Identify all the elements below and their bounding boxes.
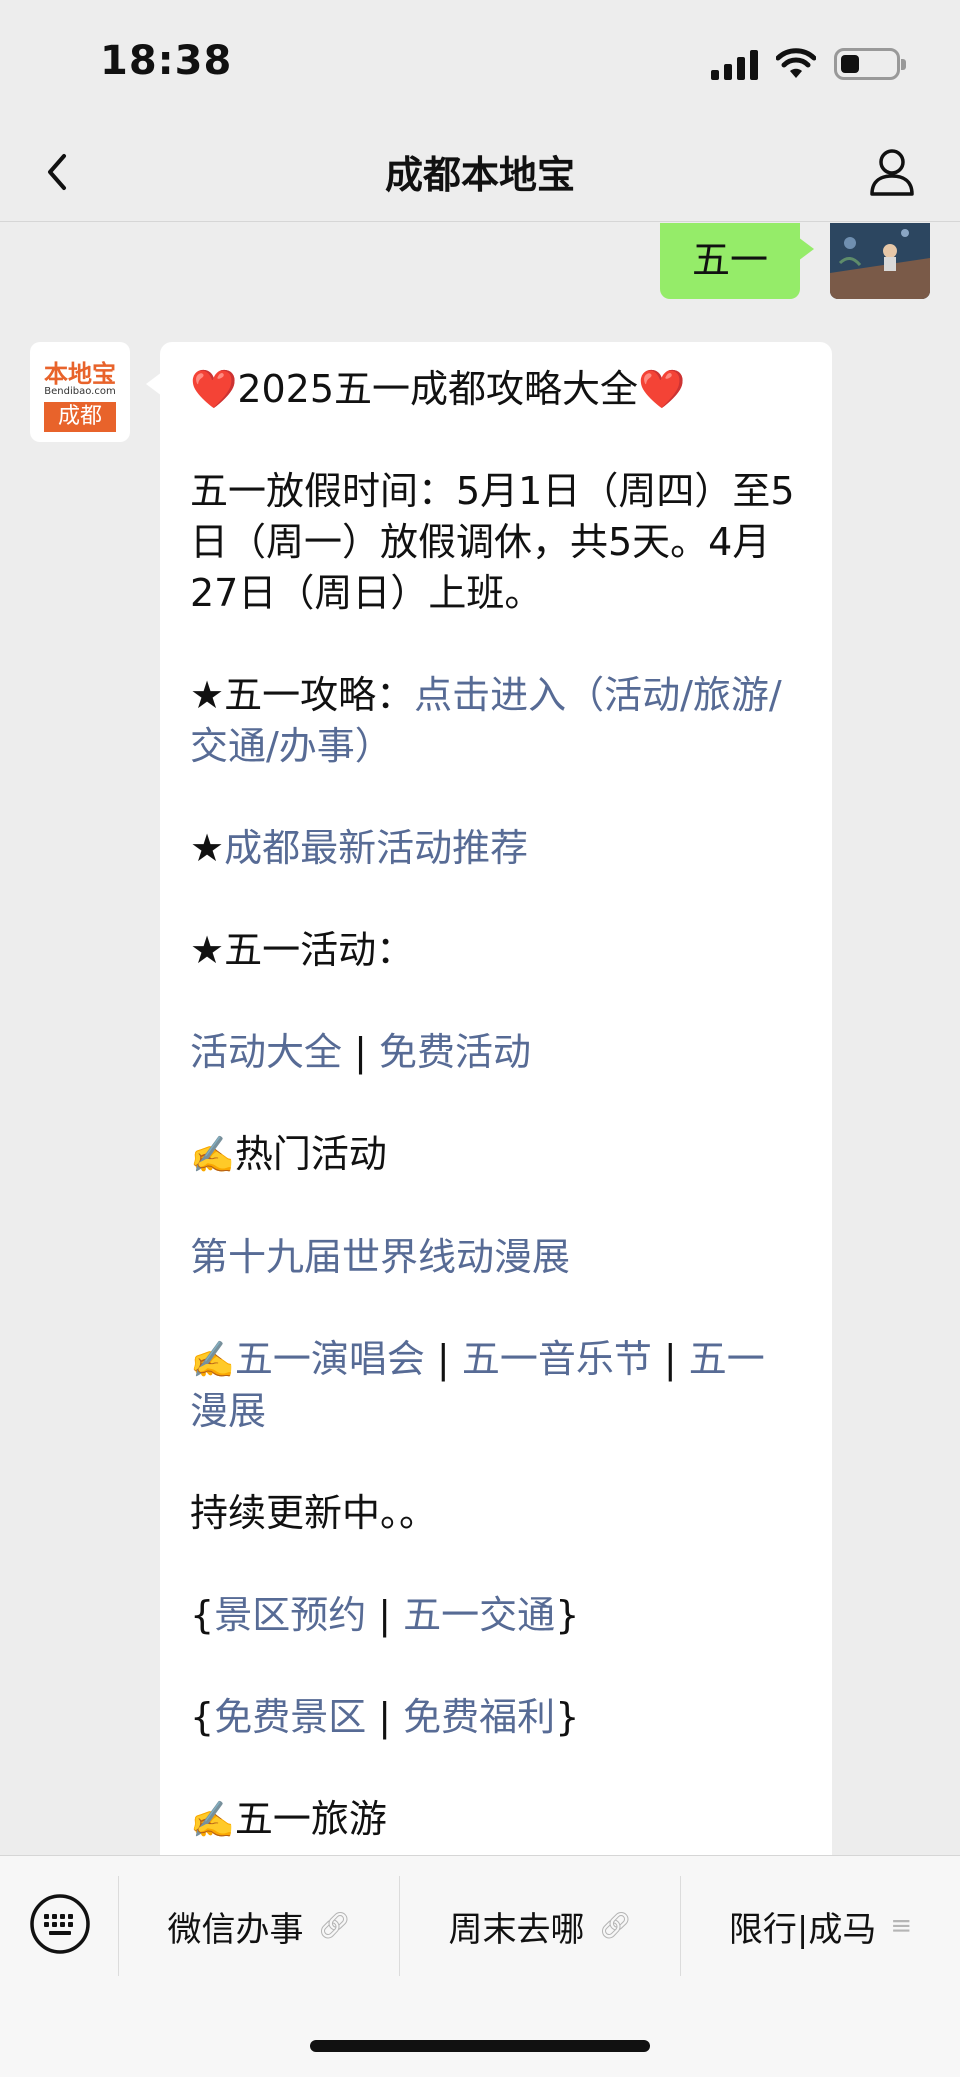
profile-icon[interactable] xyxy=(864,144,920,200)
brace-close: } xyxy=(555,1695,580,1739)
message-title: 2025五一成都攻略大全 xyxy=(237,367,639,411)
menu-icon: ≡ xyxy=(890,1911,913,1941)
menu-item-wechat-services[interactable]: 微信办事 🔗︎ xyxy=(118,1876,399,1976)
separator: | xyxy=(342,1030,379,1074)
status-icons xyxy=(711,44,906,84)
free-links: {免费景区 | 免费福利} xyxy=(190,1692,802,1743)
menu-item-label: 微信办事 xyxy=(167,1909,304,1950)
menu-item-label: 限行|成马 xyxy=(728,1909,877,1950)
free-benefits-link[interactable]: 免费福利 xyxy=(403,1695,555,1739)
menu-item-label: 周末去哪 xyxy=(448,1909,585,1950)
anime-expo-link[interactable]: 第十九届世界线动漫展 xyxy=(190,1235,570,1279)
travel-heading: ✍️五一旅游 xyxy=(190,1794,802,1846)
keyboard-icon[interactable] xyxy=(28,1892,92,1956)
separator: | xyxy=(366,1593,404,1637)
latest-line: ★成都最新活动推荐 xyxy=(190,823,802,874)
separator: | xyxy=(366,1695,404,1739)
brace-open: { xyxy=(190,1593,215,1637)
avatar-logo-top: 本地宝 xyxy=(44,360,116,388)
user-message-bubble[interactable]: 五一 xyxy=(660,223,814,299)
chat-area: 五一 本地宝 Bendibao.com 成都 ❤️2025五一成都攻略大全❤️ … xyxy=(0,223,960,1855)
scenic-links: {景区预约 | 五一交通} xyxy=(190,1590,802,1641)
nav-bar: 成都本地宝 xyxy=(0,122,960,222)
free-activities-link[interactable]: 免费活动 xyxy=(379,1030,531,1074)
heart-icon: ❤️ xyxy=(638,367,686,411)
traffic-link[interactable]: 五一交通 xyxy=(403,1593,555,1637)
concert-links: ✍️五一演唱会 | 五一音乐节 | 五一漫展 xyxy=(190,1334,802,1437)
user-avatar[interactable] xyxy=(830,223,930,299)
hot-heading-text: 热门活动 xyxy=(234,1132,387,1176)
brace-open: { xyxy=(190,1695,215,1739)
activity-heading: ★五一活动： xyxy=(190,928,415,972)
link-icon: 🔗︎ xyxy=(598,1911,632,1941)
guide-prefix: ★五一攻略： xyxy=(190,673,415,717)
music-festival-link[interactable]: 五一音乐节 xyxy=(462,1337,652,1381)
scenic-reservation-link[interactable]: 景区预约 xyxy=(214,1593,366,1637)
user-message-text: 五一 xyxy=(691,237,768,282)
chat-title: 成都本地宝 xyxy=(384,153,575,197)
avatar-logo-bottom: 成都 xyxy=(44,402,116,432)
status-time: 18:38 xyxy=(100,38,233,84)
brace-close: } xyxy=(555,1593,580,1637)
separator: | xyxy=(424,1337,462,1381)
message-title-line: ❤️2025五一成都攻略大全❤️ xyxy=(190,364,802,415)
link-icon: 🔗︎ xyxy=(317,1911,351,1941)
holiday-info: 五一放假时间：5月1日（周四）至5日（周一）放假调休，共5天。4月27日（周日）… xyxy=(190,469,795,615)
travel-heading-text: 五一旅游 xyxy=(234,1797,387,1841)
concert-link[interactable]: 五一演唱会 xyxy=(235,1337,425,1381)
writing-hand-icon: ✍️ xyxy=(190,1340,235,1381)
avatar-logo-mid: Bendibao.com xyxy=(44,386,116,397)
hot-activities-heading: ✍️热门活动 xyxy=(190,1129,802,1181)
writing-hand-icon: ✍️ xyxy=(190,1800,235,1841)
menu-item-weekend[interactable]: 周末去哪 🔗︎ xyxy=(399,1876,680,1976)
user-avatar-image xyxy=(830,223,930,299)
separator: | xyxy=(651,1337,689,1381)
star-prefix: ★ xyxy=(190,826,225,870)
cellular-signal-icon xyxy=(711,48,758,80)
free-scenic-link[interactable]: 免费景区 xyxy=(214,1695,366,1739)
home-indicator xyxy=(310,2040,650,2052)
wifi-icon xyxy=(776,48,816,78)
all-activities-link[interactable]: 活动大全 xyxy=(190,1030,342,1074)
activity-links: 活动大全 | 免费活动 xyxy=(190,1027,802,1078)
bot-message-bubble: ❤️2025五一成都攻略大全❤️ 五一放假时间：5月1日（周四）至5日（周一）放… xyxy=(146,342,832,1855)
heart-icon: ❤️ xyxy=(190,367,238,411)
writing-hand-icon: ✍️ xyxy=(190,1135,235,1176)
latest-activities-link[interactable]: 成都最新活动推荐 xyxy=(224,826,528,870)
guide-line: ★五一攻略：点击进入（活动/旅游/交通/办事） xyxy=(190,670,802,772)
status-bar: 18:38 xyxy=(0,0,960,122)
bot-avatar[interactable]: 本地宝 Bendibao.com 成都 xyxy=(30,342,130,442)
menu-item-traffic-restriction[interactable]: 限行|成马 ≡ xyxy=(680,1876,960,1976)
battery-icon xyxy=(834,48,906,80)
updating-text: 持续更新中。。 xyxy=(190,1491,438,1535)
hot-link-line: 第十九届世界线动漫展 xyxy=(190,1232,802,1283)
